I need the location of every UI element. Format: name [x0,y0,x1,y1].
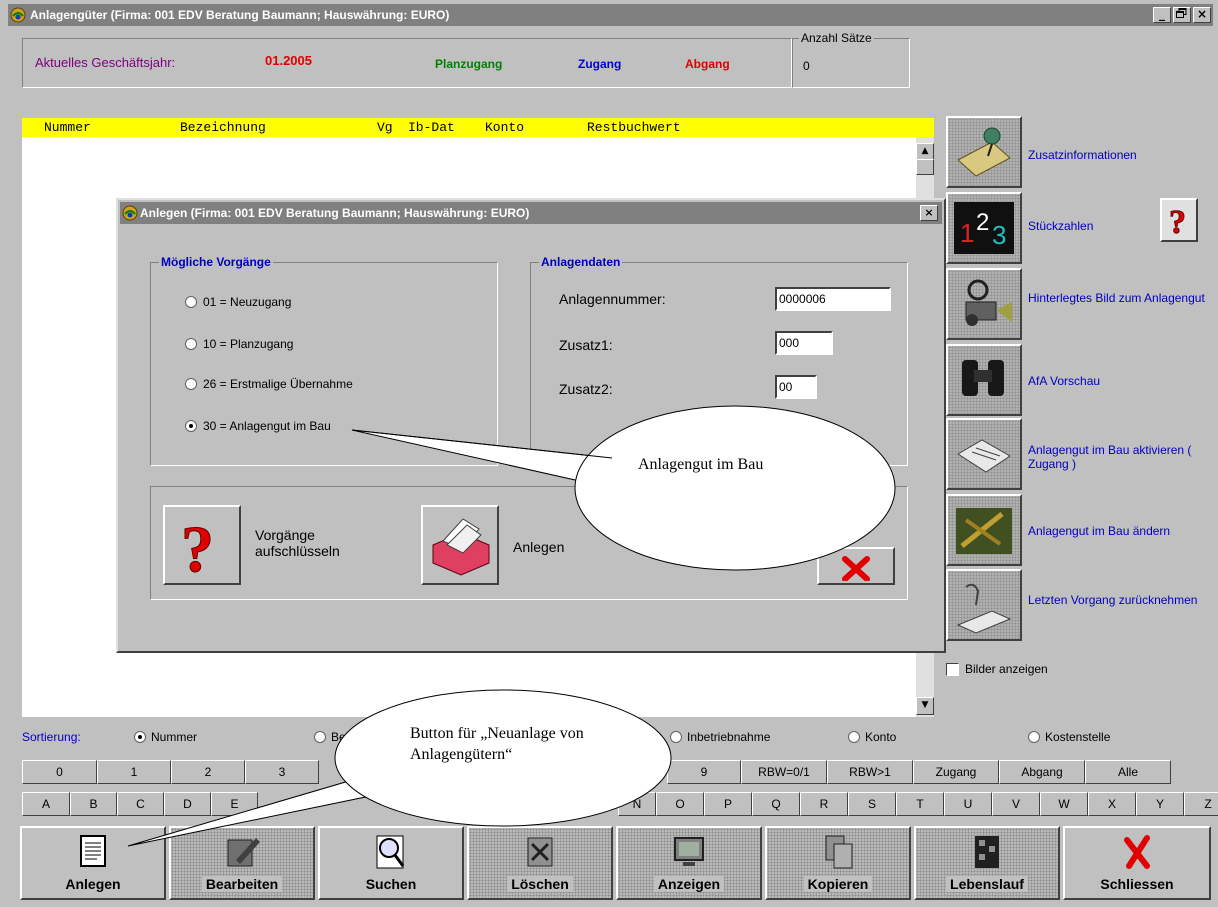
callout-neuanlage: Button für „Neuanlage von Anlagengütern“ [410,725,584,763]
callout-bau: Anlagengut im Bau [638,456,764,473]
callout-shapes [127,405,896,847]
main-window: Anlagengüter (Firma: 001 EDV Beratung Ba… [0,0,1218,907]
